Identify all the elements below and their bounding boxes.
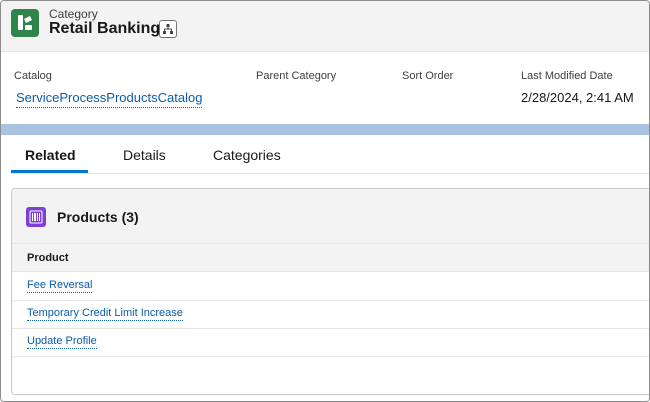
highlights-panel: Catalog ServiceProcessProductsCatalog Pa… — [1, 52, 649, 124]
tab-bar: Related Details Categories — [11, 135, 649, 174]
table-row: Update Profile — [12, 328, 649, 357]
parent-category-label: Parent Category — [256, 70, 337, 82]
last-modified-label: Last Modified Date — [521, 70, 613, 82]
column-header-product[interactable]: Product — [12, 244, 649, 272]
sort-order-label: Sort Order — [402, 70, 454, 82]
product-link-temporary-credit-limit-increase[interactable]: Temporary Credit Limit Increase — [27, 307, 183, 321]
tab-details[interactable]: Details — [123, 147, 166, 163]
product-link-update-profile[interactable]: Update Profile — [27, 335, 97, 349]
catalog-link[interactable]: ServiceProcessProductsCatalog — [16, 90, 203, 108]
record-page: Category Retail Banking Catalog ServiceP… — [0, 0, 650, 402]
record-title: Retail Banking — [49, 20, 161, 37]
category-icon — [11, 9, 39, 37]
record-header: Category Retail Banking — [1, 1, 649, 52]
catalog-value[interactable]: ServiceProcessProductsCatalog — [16, 90, 203, 108]
tab-related[interactable]: Related — [25, 147, 76, 163]
table-row: Temporary Credit Limit Increase — [12, 300, 649, 329]
product-link-fee-reversal[interactable]: Fee Reversal — [27, 279, 93, 293]
tabset-panel: Related Details Categories Products (3) — [1, 135, 649, 401]
catalog-label: Catalog — [14, 70, 52, 82]
card-title[interactable]: Products (3) — [57, 209, 139, 225]
view-hierarchy-button[interactable] — [159, 20, 177, 38]
products-icon — [26, 207, 46, 227]
last-modified-value: 2/28/2024, 2:41 AM — [521, 90, 634, 105]
card-header: Products (3) — [12, 189, 649, 244]
hierarchy-icon — [163, 24, 173, 34]
table-row: Fee Reversal — [12, 272, 649, 301]
column-header-label: Product — [27, 252, 69, 264]
tab-categories[interactable]: Categories — [213, 147, 281, 163]
products-related-list: Products (3) Product Fee Reversal Tempor… — [11, 188, 649, 395]
divider-band — [1, 124, 649, 135]
object-type-label: Category — [49, 7, 98, 21]
active-tab-indicator — [11, 170, 88, 173]
